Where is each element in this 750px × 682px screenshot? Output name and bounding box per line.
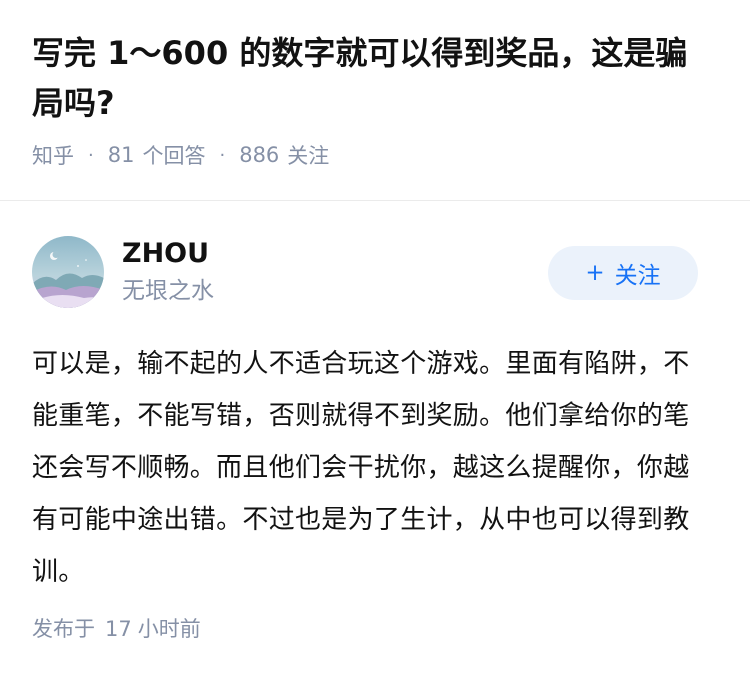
plus-icon: + [585,260,605,286]
answer-card: ZHOU 无垠之水 + 关注 可以是，输不起的人不适合玩这个游戏。里面有陷阱，不… [32,234,718,598]
published-label: 发布于 [32,617,95,641]
answers-count: 81 [107,143,135,167]
meta-separator: · [88,144,94,166]
publish-time: 发布于 17 小时前 [32,612,201,646]
author-row: ZHOU 无垠之水 + 关注 [32,234,718,310]
followers-count: 886 [239,143,280,167]
section-divider [0,200,750,201]
author-name[interactable]: ZHOU [122,236,214,272]
follow-button[interactable]: + 关注 [548,246,698,300]
followers-label: 关注 [287,144,330,168]
avatar-landscape-icon [32,236,104,308]
question-title[interactable]: 写完 1～600 的数字就可以得到奖品，这是骗局吗? [32,28,718,128]
meta-separator: · [219,144,226,166]
question-meta: 知乎 · 81 个回答 · 886 关注 [32,140,718,170]
source-label[interactable]: 知乎 [32,140,74,170]
answers-label: 个回答 [142,144,206,168]
published-value: 17 [105,617,132,641]
question-header: 写完 1～600 的数字就可以得到奖品，这是骗局吗? 知乎 · 81 个回答 ·… [0,0,750,170]
author-info: ZHOU 无垠之水 [122,236,214,308]
published-unit: 小时前 [137,617,201,641]
answer-content[interactable]: 可以是，输不起的人不适合玩这个游戏。里面有陷阱，不能重笔，不能写错，否则就得不到… [32,338,712,598]
follow-button-label: 关注 [614,263,661,289]
author-bio: 无垠之水 [122,278,214,304]
avatar[interactable] [32,236,104,308]
